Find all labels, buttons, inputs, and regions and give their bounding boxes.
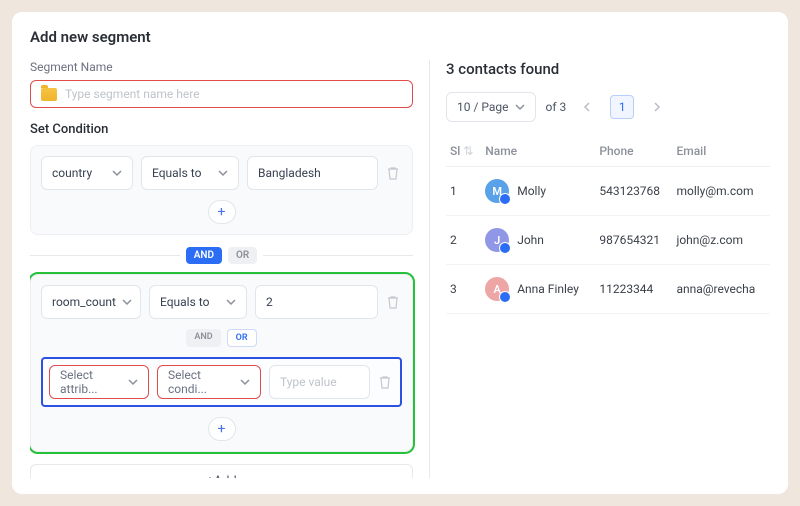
value-input-wrap[interactable] xyxy=(269,365,370,399)
cell-name: JJohn xyxy=(485,228,591,252)
chevron-down-icon xyxy=(218,168,228,178)
cell-sl: 3 xyxy=(446,265,481,314)
add-condition-button[interactable]: + xyxy=(208,200,236,224)
chevron-down-icon xyxy=(112,168,122,178)
attr-placeholder: Select attrib... xyxy=(60,368,122,396)
page-title: Add new segment xyxy=(30,28,770,46)
segment-name-field[interactable] xyxy=(30,80,413,108)
add-group-button[interactable]: +Add xyxy=(30,464,413,478)
set-condition-label: Set Condition xyxy=(30,122,413,137)
attr-select[interactable]: Select attrib... xyxy=(49,365,149,399)
op-value: Equals to xyxy=(152,166,201,180)
add-condition-button[interactable]: + xyxy=(208,417,236,441)
or-pill[interactable]: OR xyxy=(227,329,257,347)
col-phone: Phone xyxy=(595,136,672,167)
avatar: A xyxy=(485,277,509,301)
left-panel: Segment Name Set Condition country Equal… xyxy=(30,60,430,478)
operator-select[interactable]: Select condi... xyxy=(157,365,261,399)
cell-name: MMolly xyxy=(485,179,591,203)
chevron-down-icon xyxy=(240,377,250,387)
cell-phone: 987654321 xyxy=(595,216,672,265)
per-page-select[interactable]: 10 / Page xyxy=(446,92,536,122)
cell-email: anna@revecha xyxy=(672,265,770,314)
value-input[interactable] xyxy=(280,375,359,389)
col-name: Name xyxy=(481,136,595,167)
table-row[interactable]: 2JJohn987654321john@z.com xyxy=(446,216,770,265)
folder-icon xyxy=(41,88,57,101)
cell-sl: 1 xyxy=(446,167,481,216)
condition-group-2: room_count Equals to AND OR xyxy=(30,274,413,452)
segment-name-label: Segment Name xyxy=(30,60,413,74)
cell-phone: 11223344 xyxy=(595,265,672,314)
contacts-table: Sl ⇅ Name Phone Email 1MMolly543123768mo… xyxy=(446,136,770,314)
per-page-value: 10 / Page xyxy=(457,100,509,114)
sort-icon: ⇅ xyxy=(463,144,473,158)
cell-email: john@z.com xyxy=(672,216,770,265)
and-pill[interactable]: AND xyxy=(186,247,222,264)
results-title: 3 contacts found xyxy=(446,60,770,78)
value-input-wrap[interactable] xyxy=(247,156,378,190)
pagination: 10 / Page of 3 1 xyxy=(446,92,770,122)
table-row[interactable]: 3AAnna Finley11223344anna@revecha xyxy=(446,265,770,314)
cell-sl: 2 xyxy=(446,216,481,265)
table-row[interactable]: 1MMolly543123768molly@m.com xyxy=(446,167,770,216)
col-sl[interactable]: Sl ⇅ xyxy=(446,136,481,167)
chevron-down-icon xyxy=(226,297,236,307)
cell-name: AAnna Finley xyxy=(485,277,591,301)
trash-icon[interactable] xyxy=(386,165,402,181)
op-placeholder: Select condi... xyxy=(168,368,234,396)
chevron-down-icon xyxy=(122,297,132,307)
group-operator-1: AND OR xyxy=(30,247,413,264)
col-email: Email xyxy=(672,136,770,167)
cell-email: molly@m.com xyxy=(672,167,770,216)
condition-row-new: Select attrib... Select condi... xyxy=(41,357,402,407)
cell-phone: 543123768 xyxy=(595,167,672,216)
or-pill[interactable]: OR xyxy=(228,247,257,264)
segment-name-input[interactable] xyxy=(65,87,402,101)
attr-value: room_count xyxy=(52,295,116,309)
chevron-down-icon xyxy=(515,102,525,112)
chevron-down-icon xyxy=(128,377,138,387)
attr-value: country xyxy=(52,166,92,180)
op-value: Equals to xyxy=(160,295,209,309)
attr-select[interactable]: country xyxy=(41,156,133,190)
condition-group-1: country Equals to + xyxy=(30,145,413,235)
avatar: J xyxy=(485,228,509,252)
attr-select[interactable]: room_count xyxy=(41,285,141,319)
prev-page-button[interactable] xyxy=(576,95,600,119)
value-input[interactable] xyxy=(266,295,367,309)
trash-icon[interactable] xyxy=(378,374,394,390)
next-page-button[interactable] xyxy=(644,95,668,119)
page-number[interactable]: 1 xyxy=(610,95,634,119)
trash-icon[interactable] xyxy=(386,294,402,310)
value-input-wrap[interactable] xyxy=(255,285,378,319)
and-pill[interactable]: AND xyxy=(186,329,220,347)
operator-select[interactable]: Equals to xyxy=(149,285,247,319)
value-input[interactable] xyxy=(258,166,367,180)
right-panel: 3 contacts found 10 / Page of 3 1 Sl ⇅ N… xyxy=(430,60,770,478)
inner-operator: AND OR xyxy=(41,329,402,347)
of-text: of 3 xyxy=(546,100,567,114)
operator-select[interactable]: Equals to xyxy=(141,156,239,190)
avatar: M xyxy=(485,179,509,203)
